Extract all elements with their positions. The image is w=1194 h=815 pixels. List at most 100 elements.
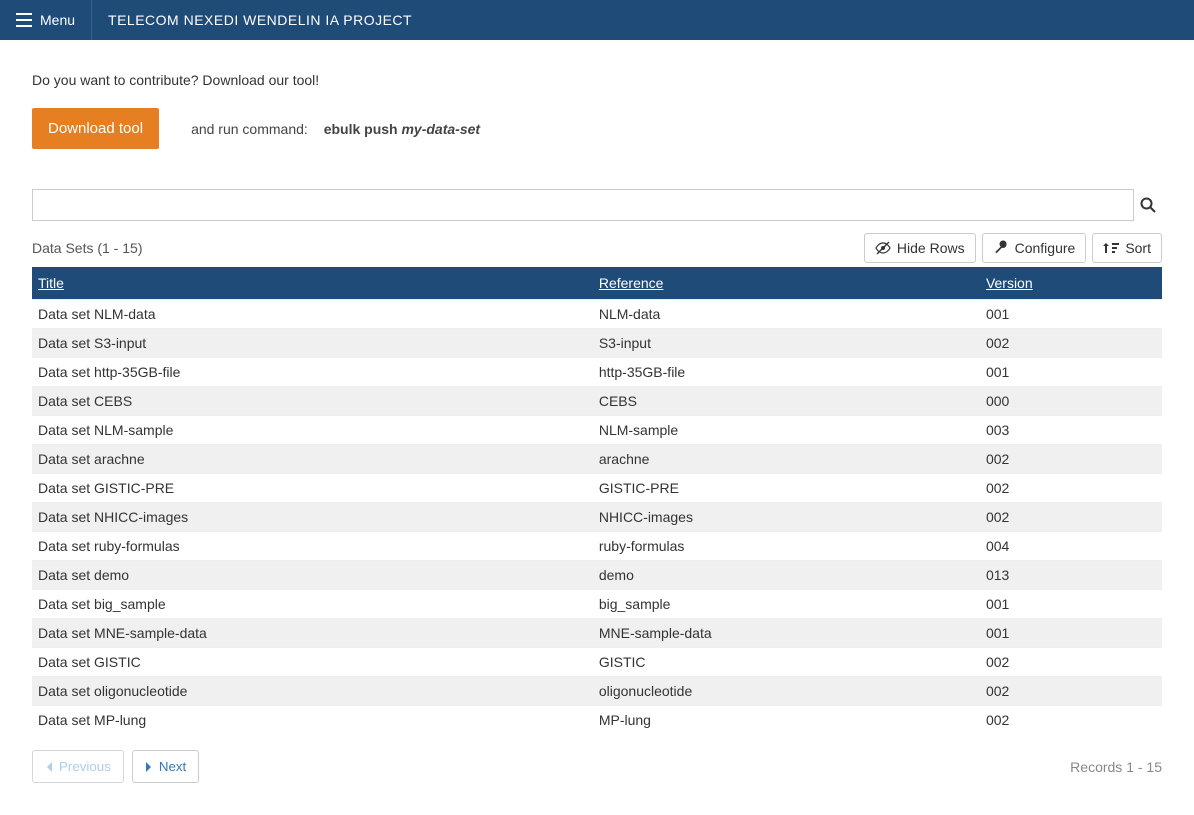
header-bar: Menu TELECOM NEXEDI WENDELIN IA PROJECT bbox=[0, 0, 1194, 40]
cell-version: 001 bbox=[980, 358, 1162, 387]
cell-version: 001 bbox=[980, 590, 1162, 619]
sort-button[interactable]: Sort bbox=[1092, 233, 1162, 263]
cell-reference: NHICC-images bbox=[593, 503, 980, 532]
cell-title: Data set CEBS bbox=[32, 387, 593, 416]
cell-reference: NLM-data bbox=[593, 300, 980, 329]
cell-version: 002 bbox=[980, 445, 1162, 474]
cell-title: Data set GISTIC bbox=[32, 648, 593, 677]
table-row[interactable]: Data set arachnearachne002 bbox=[32, 445, 1162, 474]
cell-title: Data set NLM-sample bbox=[32, 416, 593, 445]
cell-reference: S3-input bbox=[593, 329, 980, 358]
table-row[interactable]: Data set S3-inputS3-input002 bbox=[32, 329, 1162, 358]
cell-reference: MP-lung bbox=[593, 706, 980, 735]
hamburger-icon bbox=[16, 13, 32, 27]
table-row[interactable]: Data set NHICC-imagesNHICC-images002 bbox=[32, 503, 1162, 532]
cell-title: Data set ruby-formulas bbox=[32, 532, 593, 561]
table-row[interactable]: Data set demodemo013 bbox=[32, 561, 1162, 590]
table-row[interactable]: Data set MP-lungMP-lung002 bbox=[32, 706, 1162, 735]
cell-version: 002 bbox=[980, 648, 1162, 677]
cell-title: Data set big_sample bbox=[32, 590, 593, 619]
cell-version: 002 bbox=[980, 503, 1162, 532]
cell-reference: CEBS bbox=[593, 387, 980, 416]
search-button[interactable] bbox=[1134, 197, 1162, 213]
cell-version: 001 bbox=[980, 300, 1162, 329]
cell-reference: demo bbox=[593, 561, 980, 590]
cell-reference: GISTIC-PRE bbox=[593, 474, 980, 503]
cell-title: Data set S3-input bbox=[32, 329, 593, 358]
records-count: Records 1 - 15 bbox=[1070, 759, 1162, 775]
cell-reference: ruby-formulas bbox=[593, 532, 980, 561]
cell-title: Data set NLM-data bbox=[32, 300, 593, 329]
col-title[interactable]: Title bbox=[32, 267, 593, 300]
cell-version: 002 bbox=[980, 474, 1162, 503]
cell-reference: GISTIC bbox=[593, 648, 980, 677]
table-row[interactable]: Data set CEBSCEBS000 bbox=[32, 387, 1162, 416]
configure-label: Configure bbox=[1015, 240, 1076, 256]
cell-version: 004 bbox=[980, 532, 1162, 561]
menu-label: Menu bbox=[40, 12, 75, 28]
caret-left-icon bbox=[45, 761, 53, 773]
configure-button[interactable]: Configure bbox=[982, 233, 1087, 263]
hide-rows-button[interactable]: Hide Rows bbox=[864, 233, 976, 263]
table-row[interactable]: Data set GISTICGISTIC002 bbox=[32, 648, 1162, 677]
command-arg: my-data-set bbox=[401, 121, 480, 137]
list-title: Data Sets (1 - 15) bbox=[32, 240, 143, 256]
cell-version: 001 bbox=[980, 619, 1162, 648]
tool-row: Download tool and run command: ebulk pus… bbox=[32, 108, 1162, 149]
cell-title: Data set GISTIC-PRE bbox=[32, 474, 593, 503]
footer-row: Previous Next Records 1 - 15 bbox=[32, 750, 1162, 783]
next-label: Next bbox=[159, 759, 186, 774]
eye-slash-icon bbox=[875, 240, 891, 256]
previous-button[interactable]: Previous bbox=[32, 750, 124, 783]
caret-right-icon bbox=[145, 761, 153, 773]
menu-button[interactable]: Menu bbox=[0, 0, 92, 40]
sort-label: Sort bbox=[1125, 240, 1151, 256]
cell-version: 013 bbox=[980, 561, 1162, 590]
sort-icon bbox=[1103, 240, 1119, 256]
cell-version: 002 bbox=[980, 677, 1162, 706]
cell-version: 000 bbox=[980, 387, 1162, 416]
data-table: Title Reference Version Data set NLM-dat… bbox=[32, 267, 1162, 734]
cell-version: 002 bbox=[980, 706, 1162, 735]
app-title: TELECOM NEXEDI WENDELIN IA PROJECT bbox=[92, 0, 428, 40]
cell-title: Data set arachne bbox=[32, 445, 593, 474]
table-row[interactable]: Data set MNE-sample-dataMNE-sample-data0… bbox=[32, 619, 1162, 648]
cell-reference: arachne bbox=[593, 445, 980, 474]
run-command-text: and run command: ebulk push my-data-set bbox=[191, 121, 480, 137]
cell-version: 003 bbox=[980, 416, 1162, 445]
command-prefix: ebulk push bbox=[324, 121, 402, 137]
previous-label: Previous bbox=[59, 759, 111, 774]
cell-title: Data set http-35GB-file bbox=[32, 358, 593, 387]
run-label: and run command: bbox=[191, 121, 308, 137]
download-tool-button[interactable]: Download tool bbox=[32, 108, 159, 149]
col-version[interactable]: Version bbox=[980, 267, 1162, 300]
cell-reference: big_sample bbox=[593, 590, 980, 619]
cell-title: Data set demo bbox=[32, 561, 593, 590]
col-reference[interactable]: Reference bbox=[593, 267, 980, 300]
search-row bbox=[32, 189, 1162, 221]
cell-title: Data set MP-lung bbox=[32, 706, 593, 735]
cell-version: 002 bbox=[980, 329, 1162, 358]
contribute-prompt: Do you want to contribute? Download our … bbox=[32, 72, 1162, 88]
wrench-icon bbox=[993, 240, 1009, 256]
cell-reference: oligonucleotide bbox=[593, 677, 980, 706]
table-header-row: Title Reference Version bbox=[32, 267, 1162, 300]
button-group: Hide Rows Configure Sort bbox=[864, 233, 1162, 263]
table-row[interactable]: Data set oligonucleotideoligonucleotide0… bbox=[32, 677, 1162, 706]
cell-title: Data set MNE-sample-data bbox=[32, 619, 593, 648]
search-input[interactable] bbox=[32, 189, 1134, 221]
cell-title: Data set NHICC-images bbox=[32, 503, 593, 532]
cell-reference: MNE-sample-data bbox=[593, 619, 980, 648]
table-row[interactable]: Data set NLM-dataNLM-data001 bbox=[32, 300, 1162, 329]
next-button[interactable]: Next bbox=[132, 750, 199, 783]
table-row[interactable]: Data set ruby-formulasruby-formulas004 bbox=[32, 532, 1162, 561]
table-row[interactable]: Data set NLM-sampleNLM-sample003 bbox=[32, 416, 1162, 445]
cell-reference: http-35GB-file bbox=[593, 358, 980, 387]
table-row[interactable]: Data set big_samplebig_sample001 bbox=[32, 590, 1162, 619]
table-row[interactable]: Data set GISTIC-PREGISTIC-PRE002 bbox=[32, 474, 1162, 503]
cell-title: Data set oligonucleotide bbox=[32, 677, 593, 706]
content: Do you want to contribute? Download our … bbox=[0, 40, 1194, 815]
search-icon bbox=[1140, 197, 1156, 213]
cell-reference: NLM-sample bbox=[593, 416, 980, 445]
table-row[interactable]: Data set http-35GB-filehttp-35GB-file001 bbox=[32, 358, 1162, 387]
